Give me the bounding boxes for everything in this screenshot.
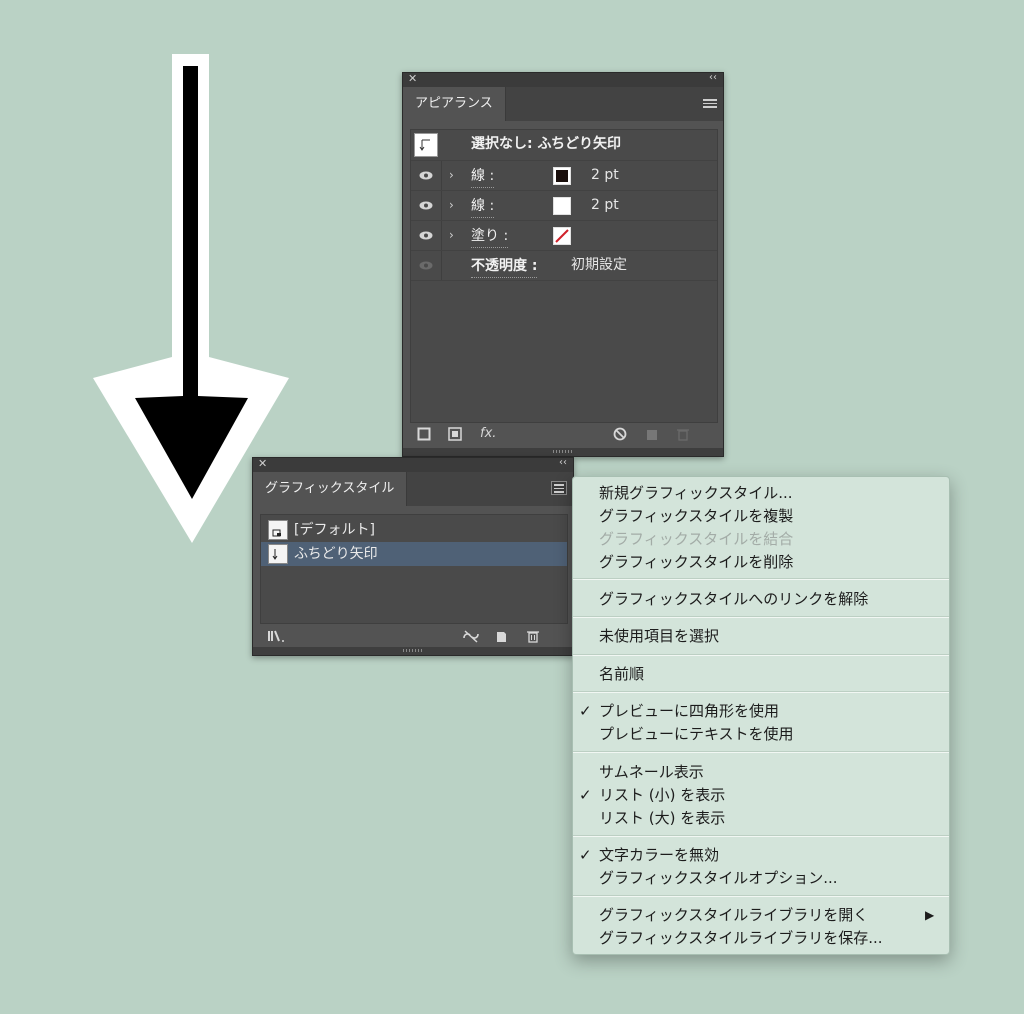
- graphic-styles-flyout-menu: 新規グラフィックスタイル... グラフィックスタイルを複製 グラフィックスタイル…: [572, 476, 950, 955]
- expand-chevron-icon[interactable]: ›: [449, 191, 454, 220]
- style-thumbnail: [268, 544, 288, 564]
- menu-separator: [573, 654, 949, 656]
- clear-appearance-icon[interactable]: [613, 427, 627, 441]
- appearance-titlebar: ✕ ‹‹: [403, 72, 723, 87]
- menu-item-open-style-library[interactable]: グラフィックスタイルライブラリを開く ▶: [599, 904, 934, 926]
- style-thumbnail: [414, 133, 438, 157]
- menu-item-delete-graphic-style[interactable]: グラフィックスタイルを削除: [599, 551, 793, 573]
- graphic-styles-panel: ✕ ‹‹ グラフィックスタイル [デフォルト] ふちどり矢印: [252, 457, 574, 656]
- stroke-color-swatch[interactable]: [553, 167, 571, 185]
- appearance-panel: ✕ ‹‹ アピアランス 選択なし: ふちどり矢印 › 線 : 2 pt › 線 …: [402, 72, 724, 457]
- graphic-styles-list: [デフォルト] ふちどり矢印: [260, 514, 568, 624]
- stroke-weight-value[interactable]: 2 pt: [591, 161, 619, 190]
- menu-separator: [573, 616, 949, 618]
- expand-chevron-icon[interactable]: ›: [449, 161, 454, 190]
- panel-menu-icon[interactable]: [703, 97, 717, 109]
- appearance-list: 選択なし: ふちどり矢印 › 線 : 2 pt › 線 : 2 pt › 塗り …: [410, 129, 718, 423]
- appearance-row-stroke-2[interactable]: › 線 : 2 pt: [411, 191, 717, 221]
- menu-item-large-list-view[interactable]: リスト (大) を表示: [599, 807, 725, 829]
- appearance-tabbar: アピアランス: [403, 87, 723, 121]
- menu-item-select-all-unused[interactable]: 未使用項目を選択: [599, 625, 719, 647]
- menu-separator: [573, 835, 949, 837]
- expand-chevron-icon[interactable]: ›: [449, 221, 454, 250]
- menu-item-small-list-view[interactable]: ✓ リスト (小) を表示: [579, 784, 725, 806]
- menu-item-new-graphic-style[interactable]: 新規グラフィックスタイル...: [599, 482, 793, 504]
- tab-appearance[interactable]: アピアランス: [403, 87, 506, 121]
- resize-grip[interactable]: [253, 647, 573, 655]
- appearance-header-label: 選択なし: ふちどり矢印: [471, 136, 622, 152]
- menu-item-break-link[interactable]: グラフィックスタイルへのリンクを解除: [599, 588, 868, 610]
- menu-item-graphic-style-options[interactable]: グラフィックスタイルオプション...: [599, 867, 838, 889]
- break-link-icon[interactable]: [462, 629, 480, 643]
- menu-item-save-style-library[interactable]: グラフィックスタイルライブラリを保存...: [599, 927, 883, 949]
- stroke-color-swatch[interactable]: [553, 197, 571, 215]
- resize-grip[interactable]: [403, 448, 723, 456]
- collapse-icon[interactable]: ‹‹: [559, 457, 567, 468]
- trash-icon: [676, 427, 690, 441]
- list-item-label: [デフォルト]: [294, 522, 375, 538]
- checkmark-icon: ✓: [579, 846, 592, 864]
- panel-menu-icon[interactable]: [551, 481, 567, 495]
- duplicate-item-icon: [645, 427, 659, 441]
- appearance-footer: fx.: [403, 423, 723, 447]
- appearance-row-fill[interactable]: › 塗り :: [411, 221, 717, 251]
- menu-item-thumbnail-view[interactable]: サムネール表示: [599, 761, 704, 783]
- checkmark-icon: ✓: [579, 702, 592, 720]
- visibility-eye-icon[interactable]: [419, 231, 433, 240]
- opacity-value[interactable]: 初期設定: [571, 251, 627, 280]
- graphic-styles-tabbar: グラフィックスタイル: [253, 472, 573, 506]
- graphic-styles-titlebar: ✕ ‹‹: [253, 457, 573, 472]
- trash-icon[interactable]: [526, 629, 540, 643]
- stroke-label[interactable]: 線 :: [471, 195, 495, 218]
- visibility-eye-icon: [419, 261, 433, 270]
- tab-graphic-styles[interactable]: グラフィックスタイル: [253, 472, 408, 506]
- menu-item-duplicate-graphic-style[interactable]: グラフィックスタイルを複製: [599, 505, 793, 527]
- menu-item-sort-by-name[interactable]: 名前順: [599, 663, 644, 685]
- menu-item-merge-graphic-styles: グラフィックスタイルを結合: [599, 530, 794, 548]
- visibility-eye-icon[interactable]: [419, 201, 433, 210]
- menu-separator: [573, 578, 949, 580]
- appearance-header-row: 選択なし: ふちどり矢印: [411, 130, 717, 161]
- submenu-arrow-icon: ▶: [925, 908, 935, 922]
- opacity-label[interactable]: 不透明度 :: [471, 255, 538, 278]
- stroke-label[interactable]: 線 :: [471, 165, 495, 188]
- menu-item-preview-text[interactable]: プレビューにテキストを使用: [599, 723, 794, 745]
- stroke-weight-value[interactable]: 2 pt: [591, 191, 619, 220]
- menu-item-preview-square[interactable]: ✓ プレビューに四角形を使用: [579, 700, 779, 722]
- style-thumbnail: [268, 520, 288, 540]
- collapse-icon[interactable]: ‹‹: [709, 72, 717, 83]
- menu-separator: [573, 691, 949, 693]
- add-effect-fx-icon[interactable]: fx.: [480, 427, 502, 441]
- checkmark-icon: ✓: [579, 786, 592, 804]
- list-item-label: ふちどり矢印: [294, 546, 378, 562]
- fill-label[interactable]: 塗り :: [471, 225, 509, 248]
- menu-item-override-character-color[interactable]: ✓ 文字カラーを無効: [579, 844, 719, 866]
- list-item-bordered-arrow-style[interactable]: ふちどり矢印: [261, 542, 567, 566]
- style-libraries-menu-icon[interactable]: [267, 629, 287, 643]
- appearance-row-stroke-1[interactable]: › 線 : 2 pt: [411, 161, 717, 191]
- add-new-stroke-icon[interactable]: [417, 427, 431, 441]
- list-item-default-style[interactable]: [デフォルト]: [261, 518, 567, 542]
- fill-none-swatch[interactable]: [553, 227, 571, 245]
- add-new-fill-icon[interactable]: [448, 427, 462, 441]
- graphic-styles-footer: [253, 625, 573, 647]
- menu-separator: [573, 751, 949, 753]
- new-graphic-style-icon[interactable]: [495, 629, 509, 643]
- menu-separator: [573, 895, 949, 897]
- visibility-eye-icon[interactable]: [419, 171, 433, 180]
- close-icon[interactable]: ✕: [258, 457, 267, 470]
- appearance-row-opacity[interactable]: 不透明度 : 初期設定: [411, 251, 717, 281]
- close-icon[interactable]: ✕: [408, 72, 417, 85]
